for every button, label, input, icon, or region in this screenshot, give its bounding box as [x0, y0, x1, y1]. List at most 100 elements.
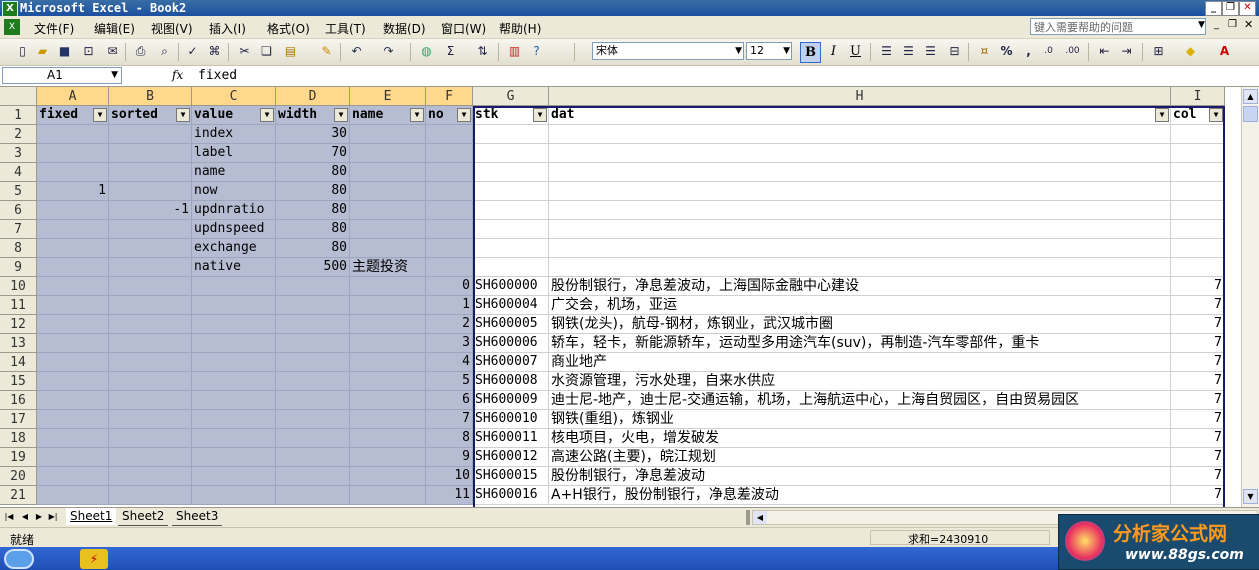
cell-f1[interactable]: no ▼	[426, 106, 473, 125]
menu-tools[interactable]: 工具(T)	[325, 20, 366, 37]
column-header-g[interactable]: G	[473, 87, 549, 106]
column-header-h[interactable]: H	[549, 87, 1171, 106]
cell-d1[interactable]: width ▼	[276, 106, 350, 125]
cell-c8[interactable]: exchange	[192, 239, 276, 258]
cell-a17[interactable]	[37, 410, 109, 429]
undo-icon[interactable]: ↶	[348, 43, 365, 60]
cell-i20[interactable]: 7	[1171, 467, 1225, 486]
cell-f19[interactable]: 9	[426, 448, 473, 467]
autofilter-dropdown-icon[interactable]: ▼	[260, 108, 274, 122]
cell-c9[interactable]: native	[192, 258, 276, 277]
cell-f15[interactable]: 5	[426, 372, 473, 391]
cell-g15[interactable]: SH600008	[473, 372, 549, 391]
cell-c7[interactable]: updnspeed	[192, 220, 276, 239]
cell-d4[interactable]: 80	[276, 163, 350, 182]
cell-e13[interactable]	[350, 334, 426, 353]
cell-h8[interactable]	[549, 239, 1171, 258]
cell-h21[interactable]: A+H银行，股份制银行，净息差波动	[549, 486, 1171, 505]
help-icon[interactable]: ?	[528, 43, 545, 60]
cell-a7[interactable]	[37, 220, 109, 239]
column-header-d[interactable]: D	[276, 87, 350, 106]
cell-g9[interactable]	[473, 258, 549, 277]
merge-center-icon[interactable]: ⊟	[946, 43, 963, 60]
sheet-tab-3[interactable]: Sheet3	[172, 508, 223, 526]
cell-h7[interactable]	[549, 220, 1171, 239]
prev-sheet-icon[interactable]: ◀	[20, 511, 30, 523]
cell-b19[interactable]	[109, 448, 192, 467]
cell-d10[interactable]	[276, 277, 350, 296]
cell-g7[interactable]	[473, 220, 549, 239]
decrease-decimal-icon[interactable]: .00	[1064, 43, 1081, 60]
cell-i10[interactable]: 7	[1171, 277, 1225, 296]
email-icon[interactable]: ✉	[104, 43, 121, 60]
cell-e17[interactable]	[350, 410, 426, 429]
sheet-tab-1[interactable]: Sheet1	[66, 508, 117, 525]
cell-g20[interactable]: SH600015	[473, 467, 549, 486]
cell-c1[interactable]: value ▼	[192, 106, 276, 125]
restore-button[interactable]: ❐	[1222, 1, 1239, 16]
cell-e9[interactable]: 主题投资	[350, 258, 426, 277]
row-header-2[interactable]: 2	[0, 125, 37, 144]
row-header-8[interactable]: 8	[0, 239, 37, 258]
cell-i17[interactable]: 7	[1171, 410, 1225, 429]
cell-g5[interactable]	[473, 182, 549, 201]
cell-b18[interactable]	[109, 429, 192, 448]
cell-h15[interactable]: 水资源管理，污水处理，自来水供应	[549, 372, 1171, 391]
cell-c6[interactable]: updnratio	[192, 201, 276, 220]
cell-i9[interactable]	[1171, 258, 1225, 277]
cell-g13[interactable]: SH600006	[473, 334, 549, 353]
cell-f16[interactable]: 6	[426, 391, 473, 410]
cell-g14[interactable]: SH600007	[473, 353, 549, 372]
row-header-6[interactable]: 6	[0, 201, 37, 220]
cell-d14[interactable]	[276, 353, 350, 372]
cell-c17[interactable]	[192, 410, 276, 429]
cell-i11[interactable]: 7	[1171, 296, 1225, 315]
row-header-1[interactable]: 1	[0, 106, 37, 125]
cell-e11[interactable]	[350, 296, 426, 315]
row-header-21[interactable]: 21	[0, 486, 37, 505]
cell-e4[interactable]	[350, 163, 426, 182]
cell-f6[interactable]	[426, 201, 473, 220]
menu-view[interactable]: 视图(V)	[151, 20, 193, 37]
help-search-input[interactable]: 键入需要帮助的问题	[1030, 18, 1206, 35]
row-header-10[interactable]: 10	[0, 277, 37, 296]
cell-d13[interactable]	[276, 334, 350, 353]
cell-i7[interactable]	[1171, 220, 1225, 239]
cell-b4[interactable]	[109, 163, 192, 182]
cell-f20[interactable]: 10	[426, 467, 473, 486]
cell-b1[interactable]: sorted ▼	[109, 106, 192, 125]
cell-e8[interactable]	[350, 239, 426, 258]
cell-f12[interactable]: 2	[426, 315, 473, 334]
cell-b6[interactable]: -1	[109, 201, 192, 220]
cell-f21[interactable]: 11	[426, 486, 473, 505]
cell-h20[interactable]: 股份制银行，净息差波动	[549, 467, 1171, 486]
cell-e19[interactable]	[350, 448, 426, 467]
align-center-icon[interactable]: ☰	[900, 43, 917, 60]
doc-close-icon[interactable]: ✕	[1244, 18, 1253, 31]
borders-icon[interactable]: ⊞	[1150, 43, 1167, 60]
cell-b15[interactable]	[109, 372, 192, 391]
font-size-select[interactable]: 12 ▼	[746, 42, 792, 60]
cell-d3[interactable]: 70	[276, 144, 350, 163]
cell-e2[interactable]	[350, 125, 426, 144]
row-header-11[interactable]: 11	[0, 296, 37, 315]
row-header-13[interactable]: 13	[0, 334, 37, 353]
cell-h3[interactable]	[549, 144, 1171, 163]
menu-edit[interactable]: 编辑(E)	[94, 20, 135, 37]
autofilter-dropdown-icon[interactable]: ▼	[1209, 108, 1223, 122]
cell-a11[interactable]	[37, 296, 109, 315]
minimize-button[interactable]: _	[1205, 1, 1222, 16]
cut-icon[interactable]: ✂	[236, 43, 253, 60]
select-all-corner[interactable]	[0, 87, 37, 106]
font-color-icon[interactable]: A	[1216, 43, 1233, 60]
cell-h17[interactable]: 钢铁(重组)，炼钢业	[549, 410, 1171, 429]
autofilter-dropdown-icon[interactable]: ▼	[457, 108, 471, 122]
next-sheet-icon[interactable]: ▶	[34, 511, 44, 523]
column-header-e[interactable]: E	[350, 87, 426, 106]
cell-a6[interactable]	[37, 201, 109, 220]
cell-e5[interactable]	[350, 182, 426, 201]
cell-b5[interactable]	[109, 182, 192, 201]
cell-i16[interactable]: 7	[1171, 391, 1225, 410]
cell-f18[interactable]: 8	[426, 429, 473, 448]
row-header-7[interactable]: 7	[0, 220, 37, 239]
